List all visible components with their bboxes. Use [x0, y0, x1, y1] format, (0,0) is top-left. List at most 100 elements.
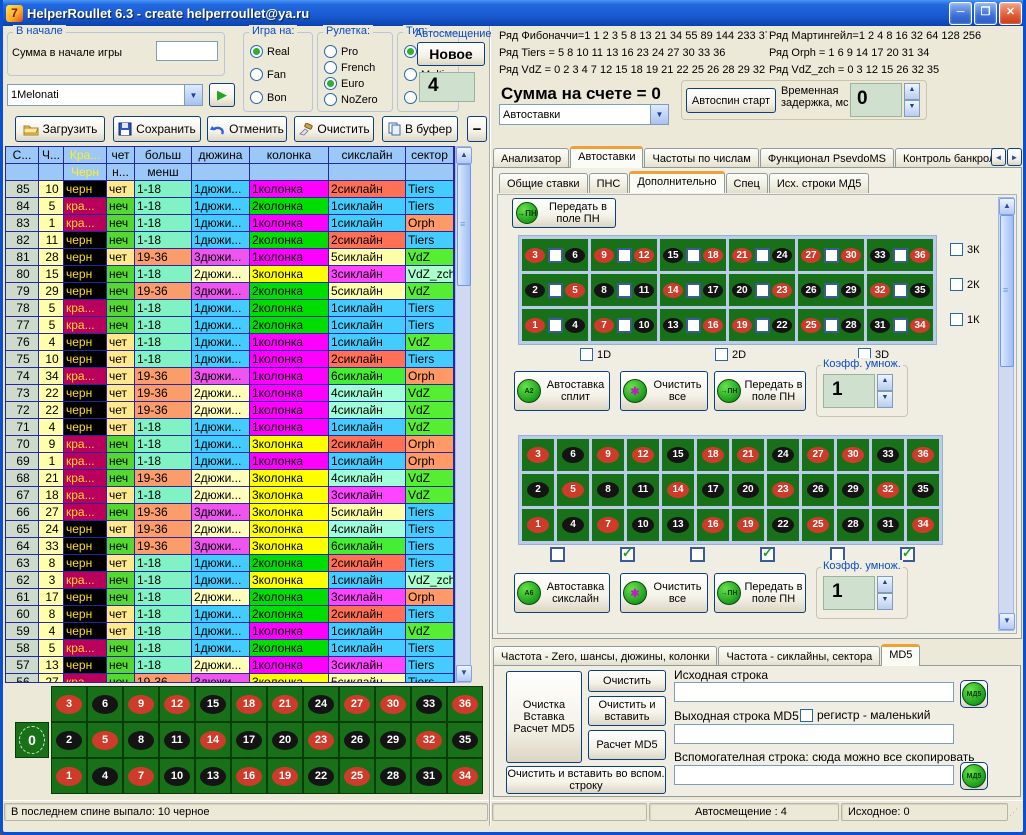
split-pair-33-36[interactable]: 3336 — [867, 239, 933, 271]
md5-aux-input[interactable] — [674, 765, 954, 785]
board-number-18[interactable]: 18 — [231, 686, 267, 722]
grid-number-28[interactable]: 28 — [837, 509, 869, 541]
split-checkbox-20-23[interactable] — [755, 283, 770, 298]
split-pair-31-34[interactable]: 3134 — [867, 309, 933, 341]
grid-number-7[interactable]: 7 — [592, 509, 624, 541]
split-coef-spinner[interactable]: ▲▼ — [877, 374, 893, 408]
grid-number-32[interactable]: 32 — [872, 474, 904, 506]
number-disc-4[interactable]: 4 — [565, 318, 585, 333]
split-pair-9-12[interactable]: 912 — [591, 239, 657, 271]
split-pair-20-23[interactable]: 2023 — [729, 274, 795, 306]
board-number-4[interactable]: 4 — [87, 758, 123, 794]
sixline-auto-button[interactable]: А6Автоставка сикслайн — [514, 573, 610, 613]
split-checkbox-32-35[interactable] — [893, 283, 908, 298]
scroll-thumb[interactable] — [457, 164, 471, 286]
split-checkbox-8-11[interactable] — [617, 283, 632, 298]
board-number-5[interactable]: 5 — [87, 722, 123, 758]
radio-French[interactable] — [324, 61, 337, 74]
subtab-Общие ставки[interactable]: Общие ставки — [499, 173, 588, 193]
split-pair-8-11[interactable]: 8 11 — [591, 274, 657, 306]
md5-calc-button[interactable]: Расчет MD5 — [588, 730, 666, 760]
grid-number-34[interactable]: 34 — [907, 509, 939, 541]
md5-out-input[interactable] — [674, 724, 954, 744]
grid-number-2[interactable]: 2 — [522, 474, 554, 506]
sixline-checkbox-3[interactable] — [690, 547, 705, 562]
number-disc-24[interactable]: 24 — [772, 248, 792, 263]
number-disc-34[interactable]: 34 — [910, 318, 930, 333]
radio-option-NoZero[interactable]: NoZero — [324, 93, 378, 106]
number-disc-8[interactable]: 8 — [594, 283, 614, 298]
split-checkbox-26-29[interactable] — [824, 283, 839, 298]
toolbar-button-brush[interactable]: Очистить — [294, 116, 374, 142]
radio-Fan[interactable] — [250, 68, 263, 81]
register-checkbox[interactable] — [800, 709, 813, 722]
d-check-1D[interactable]: 1D — [580, 348, 611, 361]
register-check[interactable]: регистр - маленький — [800, 708, 930, 722]
split-checkbox-15-18[interactable] — [686, 248, 701, 263]
collapse-button[interactable]: − — [467, 116, 487, 142]
grid-number-3[interactable]: 3 — [522, 439, 554, 471]
split-checkbox-1-4[interactable] — [548, 318, 563, 333]
number-disc-11[interactable]: 11 — [634, 283, 654, 298]
number-disc-3[interactable]: 3 — [525, 248, 545, 263]
board-number-27[interactable]: 27 — [339, 686, 375, 722]
number-disc-36[interactable]: 36 — [910, 248, 930, 263]
number-disc-19[interactable]: 19 — [732, 318, 752, 333]
close-button[interactable]: ✕ — [999, 2, 1022, 25]
toolbar-button-undo[interactable]: Отменить — [207, 116, 287, 142]
split-pair-26-29[interactable]: 2629 — [798, 274, 864, 306]
number-disc-14[interactable]: 14 — [663, 283, 683, 298]
radio-Bon[interactable] — [250, 91, 263, 104]
split-checkbox-19-22[interactable] — [755, 318, 770, 333]
grid-number-14[interactable]: 14 — [662, 474, 694, 506]
grid-number-8[interactable]: 8 — [592, 474, 624, 506]
spin-up-icon[interactable]: ▲ — [877, 374, 893, 391]
spin-down-icon[interactable]: ▼ — [877, 391, 893, 408]
board-number-7[interactable]: 7 — [123, 758, 159, 794]
transfer-pn-top-button[interactable]: →ПН Передать в поле ПН — [512, 198, 616, 228]
sixline-transfer-button[interactable]: →ПНПередать в поле ПН — [714, 573, 806, 613]
sixline-checkbox-1[interactable] — [550, 547, 565, 562]
radio-NoZero[interactable] — [324, 93, 337, 106]
grid-number-21[interactable]: 21 — [732, 439, 764, 471]
grid-number-11[interactable]: 11 — [627, 474, 659, 506]
grid-number-31[interactable]: 31 — [872, 509, 904, 541]
number-disc-30[interactable]: 30 — [841, 248, 861, 263]
tab-Анализатор[interactable]: Анализатор — [493, 148, 569, 168]
split-checkbox-27-30[interactable] — [824, 248, 839, 263]
number-disc-32[interactable]: 32 — [870, 283, 890, 298]
grid-number-16[interactable]: 16 — [697, 509, 729, 541]
radio-option-Bon[interactable]: Bon — [250, 91, 287, 104]
autospin-start-button[interactable]: Автоспин старт — [686, 88, 776, 113]
sixline-checkbox-4[interactable] — [760, 547, 775, 562]
grid-number-24[interactable]: 24 — [767, 439, 799, 471]
number-disc-29[interactable]: 29 — [841, 283, 861, 298]
scroll-up-icon[interactable]: ▲ — [999, 198, 1015, 215]
number-disc-7[interactable]: 7 — [594, 318, 614, 333]
grid-number-13[interactable]: 13 — [662, 509, 694, 541]
grid-number-22[interactable]: 22 — [767, 509, 799, 541]
subtab-Исх. строки МД5[interactable]: Исх. строки МД5 — [769, 173, 870, 193]
chevron-down-icon[interactable]: ▼ — [650, 105, 668, 124]
md5-clear-paste-button[interactable]: Очистить и вставить — [588, 696, 666, 726]
board-number-17[interactable]: 17 — [231, 722, 267, 758]
sixline-checkbox-2[interactable] — [620, 547, 635, 562]
preset-select[interactable]: 1Melonati ▼ — [7, 84, 203, 106]
column-check-3К[interactable]: 3К — [950, 243, 980, 256]
board-number-14[interactable]: 14 — [195, 722, 231, 758]
panel-scrollbar[interactable]: ▲ ▼ — [998, 197, 1014, 631]
radio-Pro[interactable] — [324, 45, 337, 58]
split-pair-2-5[interactable]: 25 — [522, 274, 588, 306]
grid-number-26[interactable]: 26 — [802, 474, 834, 506]
grid-number-6[interactable]: 6 — [557, 439, 589, 471]
board-number-1[interactable]: 1 — [51, 758, 87, 794]
autoshift-new-button[interactable]: Новое — [417, 42, 485, 66]
md5-clear-button[interactable]: Очистить — [588, 670, 666, 692]
grid-number-27[interactable]: 27 — [802, 439, 834, 471]
number-disc-10[interactable]: 10 — [634, 318, 654, 333]
start-sum-input[interactable] — [156, 41, 218, 61]
column-checkbox-1К[interactable] — [950, 313, 963, 326]
d-checkbox-1D[interactable] — [580, 348, 593, 361]
split-checkbox-13-16[interactable] — [686, 318, 701, 333]
board-number-25[interactable]: 25 — [339, 758, 375, 794]
